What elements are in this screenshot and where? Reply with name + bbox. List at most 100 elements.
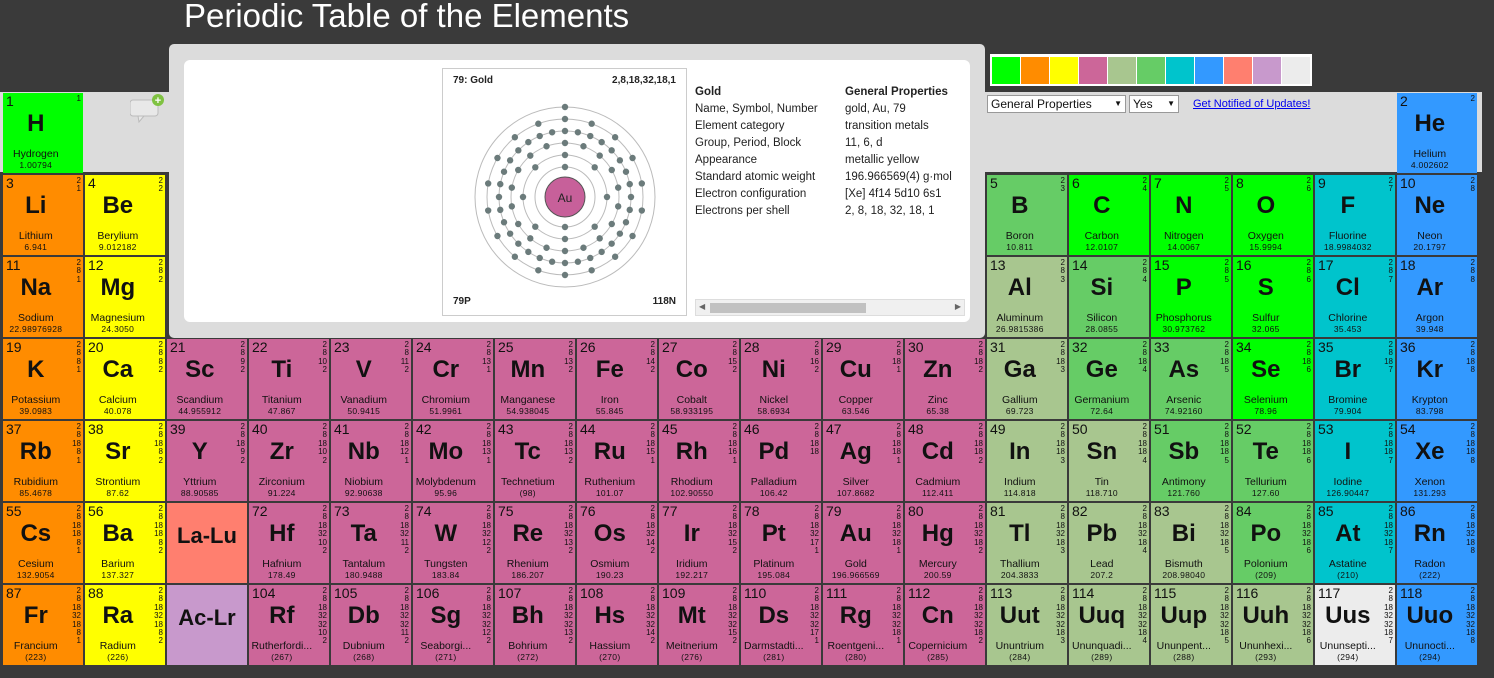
element-cell[interactable]: 23 V Vanadium 50.9415 2 8 11 2 xyxy=(331,339,411,419)
element-cell[interactable]: 9 F Fluorine 18.9984032 2 7 xyxy=(1315,175,1395,255)
element-cell[interactable]: 36 Kr Krypton 83.798 2 8 18 8 xyxy=(1397,339,1477,419)
element-cell[interactable]: 40 Zr Zirconium 91.224 2 8 18 10 2 xyxy=(249,421,329,501)
element-cell[interactable]: 80 Hg Mercury 200.59 2 8 18 32 18 2 xyxy=(905,503,985,583)
element-cell[interactable]: 29 Cu Copper 63.546 2 8 18 1 xyxy=(823,339,903,419)
element-cell[interactable]: 2 He Helium 4.002602 2 xyxy=(1397,93,1477,173)
element-cell[interactable]: 41 Nb Niobium 92.90638 2 8 18 12 1 xyxy=(331,421,411,501)
scrollbar-thumb[interactable] xyxy=(710,303,866,313)
element-cell[interactable]: 105 Db Dubnium (268) 2 8 18 32 32 11 2 xyxy=(331,585,411,665)
element-cell[interactable]: 83 Bi Bismuth 208.98040 2 8 18 32 18 5 xyxy=(1151,503,1231,583)
element-cell[interactable]: 25 Mn Manganese 54.938045 2 8 13 2 xyxy=(495,339,575,419)
element-cell[interactable]: 88 Ra Radium (226) 2 8 18 32 18 8 2 xyxy=(85,585,165,665)
category-swatch[interactable] xyxy=(1166,57,1194,84)
element-cell[interactable]: 12 Mg Magnesium 24.3050 2 8 2 xyxy=(85,257,165,337)
element-cell[interactable]: 20 Ca Calcium 40.078 2 8 8 2 xyxy=(85,339,165,419)
element-cell[interactable]: 31 Ga Gallium 69.723 2 8 18 3 xyxy=(987,339,1067,419)
element-cell[interactable]: 87 Fr Francium (223) 2 8 18 32 18 8 1 xyxy=(3,585,83,665)
element-cell[interactable]: 113 Uut Ununtrium (284) 2 8 18 32 32 18 3 xyxy=(987,585,1067,665)
scroll-right-icon[interactable]: ▶ xyxy=(955,302,961,311)
element-cell[interactable]: 21 Sc Scandium 44.955912 2 8 9 2 xyxy=(167,339,247,419)
category-swatch[interactable] xyxy=(1137,57,1165,84)
property-select[interactable]: General Properties ▼ xyxy=(987,95,1126,113)
category-swatch[interactable] xyxy=(1224,57,1252,84)
category-swatch[interactable] xyxy=(1282,57,1310,84)
element-cell[interactable]: 84 Po Polonium (209) 2 8 18 32 18 6 xyxy=(1233,503,1313,583)
element-cell[interactable]: 110 Ds Darmstadti... (281) 2 8 18 32 32 17 1 xyxy=(741,585,821,665)
category-swatch[interactable] xyxy=(1253,57,1281,84)
element-cell[interactable]: 51 Sb Antimony 121.760 2 8 18 18 5 xyxy=(1151,421,1231,501)
element-cell[interactable]: 13 Al Aluminum 26.9815386 2 8 3 xyxy=(987,257,1067,337)
element-cell[interactable]: 35 Br Bromine 79.904 2 8 18 7 xyxy=(1315,339,1395,419)
element-cell[interactable]: 42 Mo Molybdenum 95.96 2 8 18 13 1 xyxy=(413,421,493,501)
element-cell[interactable]: 54 Xe Xenon 131.293 2 8 18 18 8 xyxy=(1397,421,1477,501)
element-cell[interactable]: 24 Cr Chromium 51.9961 2 8 13 1 xyxy=(413,339,493,419)
element-cell[interactable]: 45 Rh Rhodium 102.90550 2 8 18 16 1 xyxy=(659,421,739,501)
element-cell[interactable]: 1 H Hydrogen 1.00794 1 xyxy=(3,93,83,173)
element-cell[interactable]: 11 Na Sodium 22.98976928 2 8 1 xyxy=(3,257,83,337)
element-cell[interactable]: 117 Uus Ununsepti... (294) 2 8 18 32 32 18 7 xyxy=(1315,585,1395,665)
element-cell[interactable]: 19 K Potassium 39.0983 2 8 8 1 xyxy=(3,339,83,419)
element-cell[interactable]: 50 Sn Tin 118.710 2 8 18 18 4 xyxy=(1069,421,1149,501)
element-cell[interactable]: 112 Cn Copernicium (285) 2 8 18 32 32 18 2 xyxy=(905,585,985,665)
add-comment-icon[interactable]: + xyxy=(129,94,166,124)
element-cell[interactable]: 17 Cl Chlorine 35.453 2 8 7 xyxy=(1315,257,1395,337)
element-cell[interactable]: 10 Ne Neon 20.1797 2 8 xyxy=(1397,175,1477,255)
element-cell[interactable]: 46 Pd Palladium 106.42 2 8 18 18 xyxy=(741,421,821,501)
element-cell[interactable]: 74 W Tungsten 183.84 2 8 18 32 12 2 xyxy=(413,503,493,583)
element-cell[interactable]: 3 Li Lithium 6.941 2 1 xyxy=(3,175,83,255)
element-cell[interactable]: 7 N Nitrogen 14.0067 2 5 xyxy=(1151,175,1231,255)
element-cell[interactable]: 115 Uup Ununpent... (288) 2 8 18 32 32 18 5 xyxy=(1151,585,1231,665)
element-cell[interactable]: La-Lu xyxy=(167,503,247,583)
element-cell[interactable]: 86 Rn Radon (222) 2 8 18 32 18 8 xyxy=(1397,503,1477,583)
element-cell[interactable]: 109 Mt Meitnerium (276) 2 8 18 32 32 15 2 xyxy=(659,585,739,665)
element-cell[interactable]: 108 Hs Hassium (270) 2 8 18 32 32 14 2 xyxy=(577,585,657,665)
element-cell[interactable]: 6 C Carbon 12.0107 2 4 xyxy=(1069,175,1149,255)
element-cell[interactable]: 43 Tc Technetium (98) 2 8 18 13 2 xyxy=(495,421,575,501)
element-cell[interactable]: 48 Cd Cadmium 112.411 2 8 18 18 2 xyxy=(905,421,985,501)
element-cell[interactable]: 32 Ge Germanium 72.64 2 8 18 4 xyxy=(1069,339,1149,419)
category-swatch[interactable] xyxy=(1021,57,1049,84)
element-cell[interactable]: 104 Rf Rutherfordi... (267) 2 8 18 32 32 10 2 xyxy=(249,585,329,665)
element-cell[interactable]: 5 B Boron 10.811 2 3 xyxy=(987,175,1067,255)
element-cell[interactable]: 77 Ir Iridium 192.217 2 8 18 32 15 2 xyxy=(659,503,739,583)
element-cell[interactable]: 75 Re Rhenium 186.207 2 8 18 32 13 2 xyxy=(495,503,575,583)
element-cell[interactable]: 118 Uuo Ununocti... (294) 2 8 18 32 32 18 8 xyxy=(1397,585,1477,665)
element-cell[interactable]: 111 Rg Roentgeni... (280) 2 8 18 32 32 18 1 xyxy=(823,585,903,665)
element-cell[interactable]: 30 Zn Zinc 65.38 2 8 18 2 xyxy=(905,339,985,419)
category-swatch[interactable] xyxy=(992,57,1020,84)
element-cell[interactable]: 82 Pb Lead 207.2 2 8 18 32 18 4 xyxy=(1069,503,1149,583)
element-cell[interactable]: 76 Os Osmium 190.23 2 8 18 32 14 2 xyxy=(577,503,657,583)
category-swatch[interactable] xyxy=(1108,57,1136,84)
element-cell[interactable]: 14 Si Silicon 28.0855 2 8 4 xyxy=(1069,257,1149,337)
element-cell[interactable]: 27 Co Cobalt 58.933195 2 8 15 2 xyxy=(659,339,739,419)
element-cell[interactable]: 52 Te Tellurium 127.60 2 8 18 18 6 xyxy=(1233,421,1313,501)
element-cell[interactable]: 44 Ru Ruthenium 101.07 2 8 18 15 1 xyxy=(577,421,657,501)
element-cell[interactable]: 56 Ba Barium 137.327 2 8 18 18 8 2 xyxy=(85,503,165,583)
category-swatch[interactable] xyxy=(1079,57,1107,84)
element-cell[interactable]: 81 Tl Thallium 204.3833 2 8 18 32 18 3 xyxy=(987,503,1067,583)
element-cell[interactable]: 22 Ti Titanium 47.867 2 8 10 2 xyxy=(249,339,329,419)
element-cell[interactable]: 78 Pt Platinum 195.084 2 8 18 32 17 1 xyxy=(741,503,821,583)
element-cell[interactable]: 106 Sg Seaborgi... (271) 2 8 18 32 32 12 2 xyxy=(413,585,493,665)
element-cell[interactable]: 18 Ar Argon 39.948 2 8 8 xyxy=(1397,257,1477,337)
scroll-left-icon[interactable]: ◀ xyxy=(699,302,705,311)
element-cell[interactable]: 8 O Oxygen 15.9994 2 6 xyxy=(1233,175,1313,255)
element-cell[interactable]: 34 Se Selenium 78.96 2 8 18 6 xyxy=(1233,339,1313,419)
element-cell[interactable]: 37 Rb Rubidium 85.4678 2 8 18 8 1 xyxy=(3,421,83,501)
element-cell[interactable]: 73 Ta Tantalum 180.9488 2 8 18 32 11 2 xyxy=(331,503,411,583)
element-cell[interactable]: 26 Fe Iron 55.845 2 8 14 2 xyxy=(577,339,657,419)
yes-select[interactable]: Yes ▼ xyxy=(1129,95,1179,113)
element-cell[interactable]: 55 Cs Cesium 132.9054 2 8 18 18 8 1 xyxy=(3,503,83,583)
element-cell[interactable]: 72 Hf Hafnium 178.49 2 8 18 32 10 2 xyxy=(249,503,329,583)
info-horizontal-scrollbar[interactable]: ◀ ▶ xyxy=(695,299,965,316)
element-cell[interactable]: 38 Sr Strontium 87.62 2 8 18 8 2 xyxy=(85,421,165,501)
element-cell[interactable]: Ac-Lr xyxy=(167,585,247,665)
element-cell[interactable]: 4 Be Berylium 9.012182 2 2 xyxy=(85,175,165,255)
element-cell[interactable]: 114 Uuq Ununquadi... (289) 2 8 18 32 32 18 4 xyxy=(1069,585,1149,665)
element-cell[interactable]: 85 At Astatine (210) 2 8 18 32 18 7 xyxy=(1315,503,1395,583)
notify-updates-link[interactable]: Get Notified of Updates! xyxy=(1193,98,1310,110)
element-cell[interactable]: 79 Au Gold 196.966569 2 8 18 32 18 1 xyxy=(823,503,903,583)
element-cell[interactable]: 116 Uuh Ununhexi... (293) 2 8 18 32 32 18 6 xyxy=(1233,585,1313,665)
element-cell[interactable]: 47 Ag Silver 107.8682 2 8 18 18 1 xyxy=(823,421,903,501)
element-cell[interactable]: 39 Y Yttrium 88.90585 2 8 18 9 2 xyxy=(167,421,247,501)
